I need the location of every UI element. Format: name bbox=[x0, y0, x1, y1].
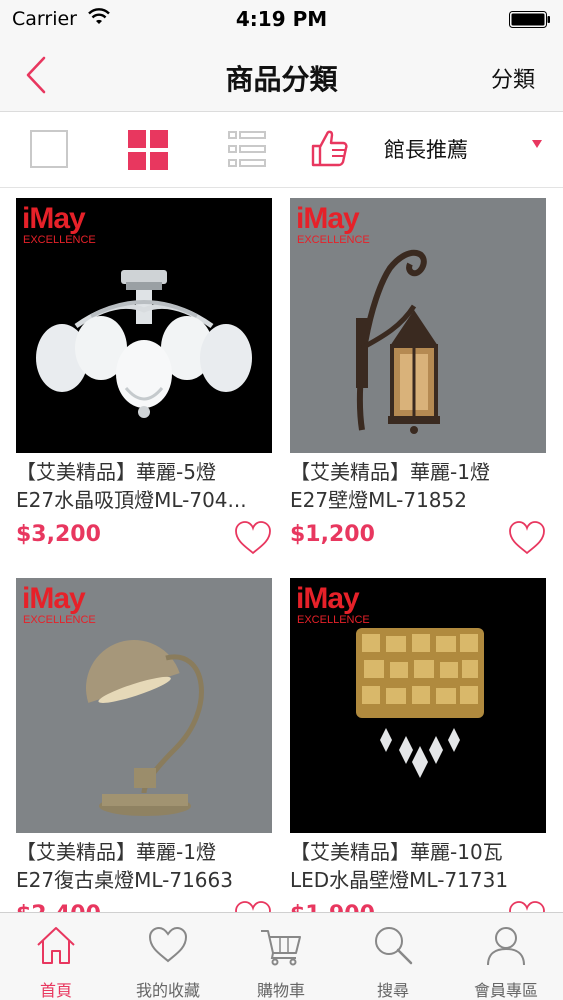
product-card[interactable]: iMay EXCELLENCE 【艾美精品】華麗-10瓦 LED水晶壁燈ML-7… bbox=[290, 568, 546, 948]
product-image-crystal-sconce[interactable]: iMay EXCELLENCE bbox=[290, 578, 546, 833]
product-image-desk-lamp[interactable]: iMay EXCELLENCE bbox=[16, 578, 272, 833]
product-price: $1,200 bbox=[290, 522, 375, 547]
favorite-heart-icon[interactable] bbox=[508, 520, 546, 556]
grid-view-icon[interactable] bbox=[128, 130, 168, 170]
battery-icon bbox=[509, 11, 550, 28]
category-button[interactable]: 分類 bbox=[491, 62, 535, 94]
single-view-icon[interactable] bbox=[30, 130, 68, 168]
tab-search[interactable]: 搜尋 bbox=[337, 913, 449, 1000]
product-name[interactable]: 【艾美精品】華麗-1燈 E27壁燈ML-71852 bbox=[290, 458, 552, 514]
view-toolbar: 館長推薦 bbox=[0, 112, 563, 188]
shopping-cart-icon bbox=[261, 930, 301, 966]
search-icon bbox=[375, 927, 413, 965]
tab-home[interactable]: 首頁 bbox=[0, 913, 112, 1000]
clock: 4:19 PM bbox=[235, 7, 328, 31]
list-view-icon[interactable] bbox=[228, 130, 266, 168]
sort-label[interactable]: 館長推薦 bbox=[384, 134, 468, 164]
brand-logo: iMay EXCELLENCE bbox=[296, 582, 370, 627]
favorite-heart-icon[interactable] bbox=[234, 520, 272, 556]
page-title: 商品分類 bbox=[225, 63, 338, 96]
product-image-chandelier[interactable]: iMay EXCELLENCE bbox=[16, 198, 272, 453]
status-bar: Carrier 4:19 PM bbox=[0, 0, 563, 40]
tab-cart[interactable]: 購物車 bbox=[225, 913, 337, 1000]
brand-logo: iMay EXCELLENCE bbox=[22, 202, 96, 247]
navigation-bar: 商品分類 分類 bbox=[0, 40, 563, 112]
tab-member[interactable]: 會員專區 bbox=[450, 913, 562, 1000]
user-profile-icon bbox=[487, 927, 525, 966]
home-icon bbox=[37, 927, 75, 964]
tab-favorites[interactable]: 我的收藏 bbox=[112, 913, 224, 1000]
brand-logo: iMay EXCELLENCE bbox=[296, 202, 370, 247]
product-card[interactable]: iMay EXCELLENCE 【艾美精品】華麗-1燈 E27復古桌燈ML-71… bbox=[16, 568, 272, 948]
product-image-wall-lantern[interactable]: iMay EXCELLENCE bbox=[290, 198, 546, 453]
product-name[interactable]: 【艾美精品】華麗-5燈 E27水晶吸頂燈ML-704... bbox=[16, 458, 278, 514]
dropdown-caret-icon[interactable] bbox=[532, 140, 542, 148]
tab-bar: 首頁 我的收藏 購物車 搜尋 會員專區 bbox=[0, 912, 563, 1000]
brand-logo: iMay EXCELLENCE bbox=[22, 582, 96, 627]
product-card[interactable]: iMay EXCELLENCE 【艾美精品】華麗-5燈 E27水晶吸頂燈ML-7… bbox=[16, 188, 272, 568]
product-name[interactable]: 【艾美精品】華麗-1燈 E27復古桌燈ML-71663 bbox=[16, 838, 278, 894]
back-chevron-icon[interactable] bbox=[22, 54, 50, 96]
thumbs-up-icon[interactable] bbox=[310, 128, 350, 168]
heart-icon bbox=[148, 926, 188, 963]
product-price: $3,200 bbox=[16, 522, 101, 547]
product-card[interactable]: iMay EXCELLENCE 【艾美精品】華麗-1燈 E27壁燈ML-7185… bbox=[290, 188, 546, 568]
product-name[interactable]: 【艾美精品】華麗-10瓦 LED水晶壁燈ML-71731 bbox=[290, 838, 552, 894]
